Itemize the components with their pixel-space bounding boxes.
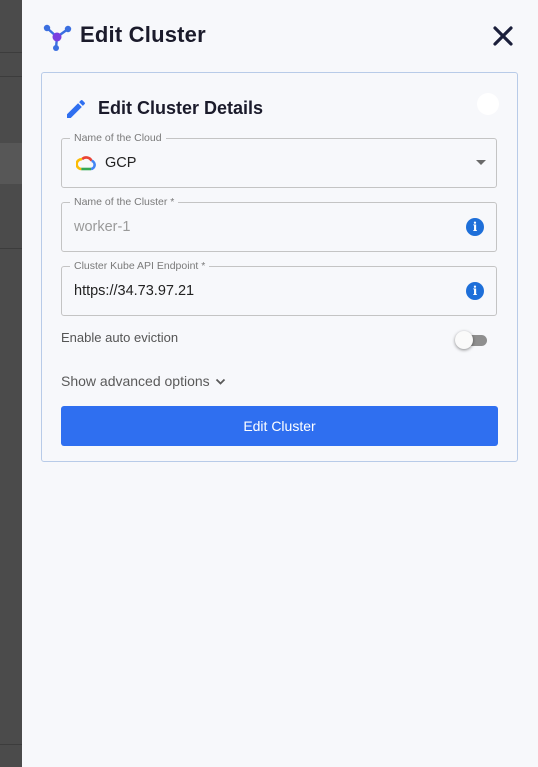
show-advanced-options[interactable]: Show advanced options [61, 373, 226, 389]
auto-eviction-label: Enable auto eviction [61, 330, 179, 345]
show-advanced-label: Show advanced options [61, 373, 210, 389]
auto-eviction-toggle[interactable] [455, 331, 488, 349]
endpoint-value[interactable]: https://34.73.97.21 [74, 283, 194, 299]
endpoint-field[interactable]: Cluster Kube API Endpoint * https://34.7… [61, 259, 497, 316]
status-indicator [477, 93, 499, 115]
pencil-icon [67, 99, 85, 118]
google-cloud-icon [76, 156, 96, 171]
page-backdrop [0, 0, 22, 767]
edit-cluster-card: Edit Cluster Details Name of the Cloud G… [41, 72, 518, 462]
cluster-name-field: Name of the Cluster * worker-1 i [61, 195, 497, 252]
toggle-knob [455, 331, 473, 349]
cluster-nodes-icon [43, 24, 72, 51]
edit-cluster-drawer: Edit Cluster Edit Cluster Details Name o… [22, 0, 538, 767]
backdrop-divider [0, 248, 22, 249]
info-icon[interactable]: i [466, 282, 484, 300]
cluster-name-label: Name of the Cluster * [70, 195, 179, 209]
cloud-select[interactable]: Name of the Cloud GCP [61, 131, 497, 188]
backdrop-divider [0, 76, 22, 77]
endpoint-label: Cluster Kube API Endpoint * [70, 259, 210, 273]
cloud-select-value: GCP [105, 155, 137, 171]
cluster-name-value: worker-1 [74, 219, 131, 235]
card-title: Edit Cluster Details [98, 98, 264, 118]
cloud-select-label: Name of the Cloud [70, 131, 166, 145]
backdrop-divider [0, 52, 22, 53]
backdrop-divider [0, 744, 22, 745]
dropdown-caret-icon[interactable] [476, 160, 486, 165]
drawer-title: Edit Cluster [80, 22, 206, 47]
info-icon[interactable]: i [466, 218, 484, 236]
backdrop-row [0, 143, 22, 184]
chevron-down-icon [215, 379, 225, 386]
close-icon[interactable] [489, 22, 517, 50]
drawer-header: Edit Cluster [22, 0, 538, 72]
edit-cluster-button[interactable]: Edit Cluster [61, 406, 498, 446]
